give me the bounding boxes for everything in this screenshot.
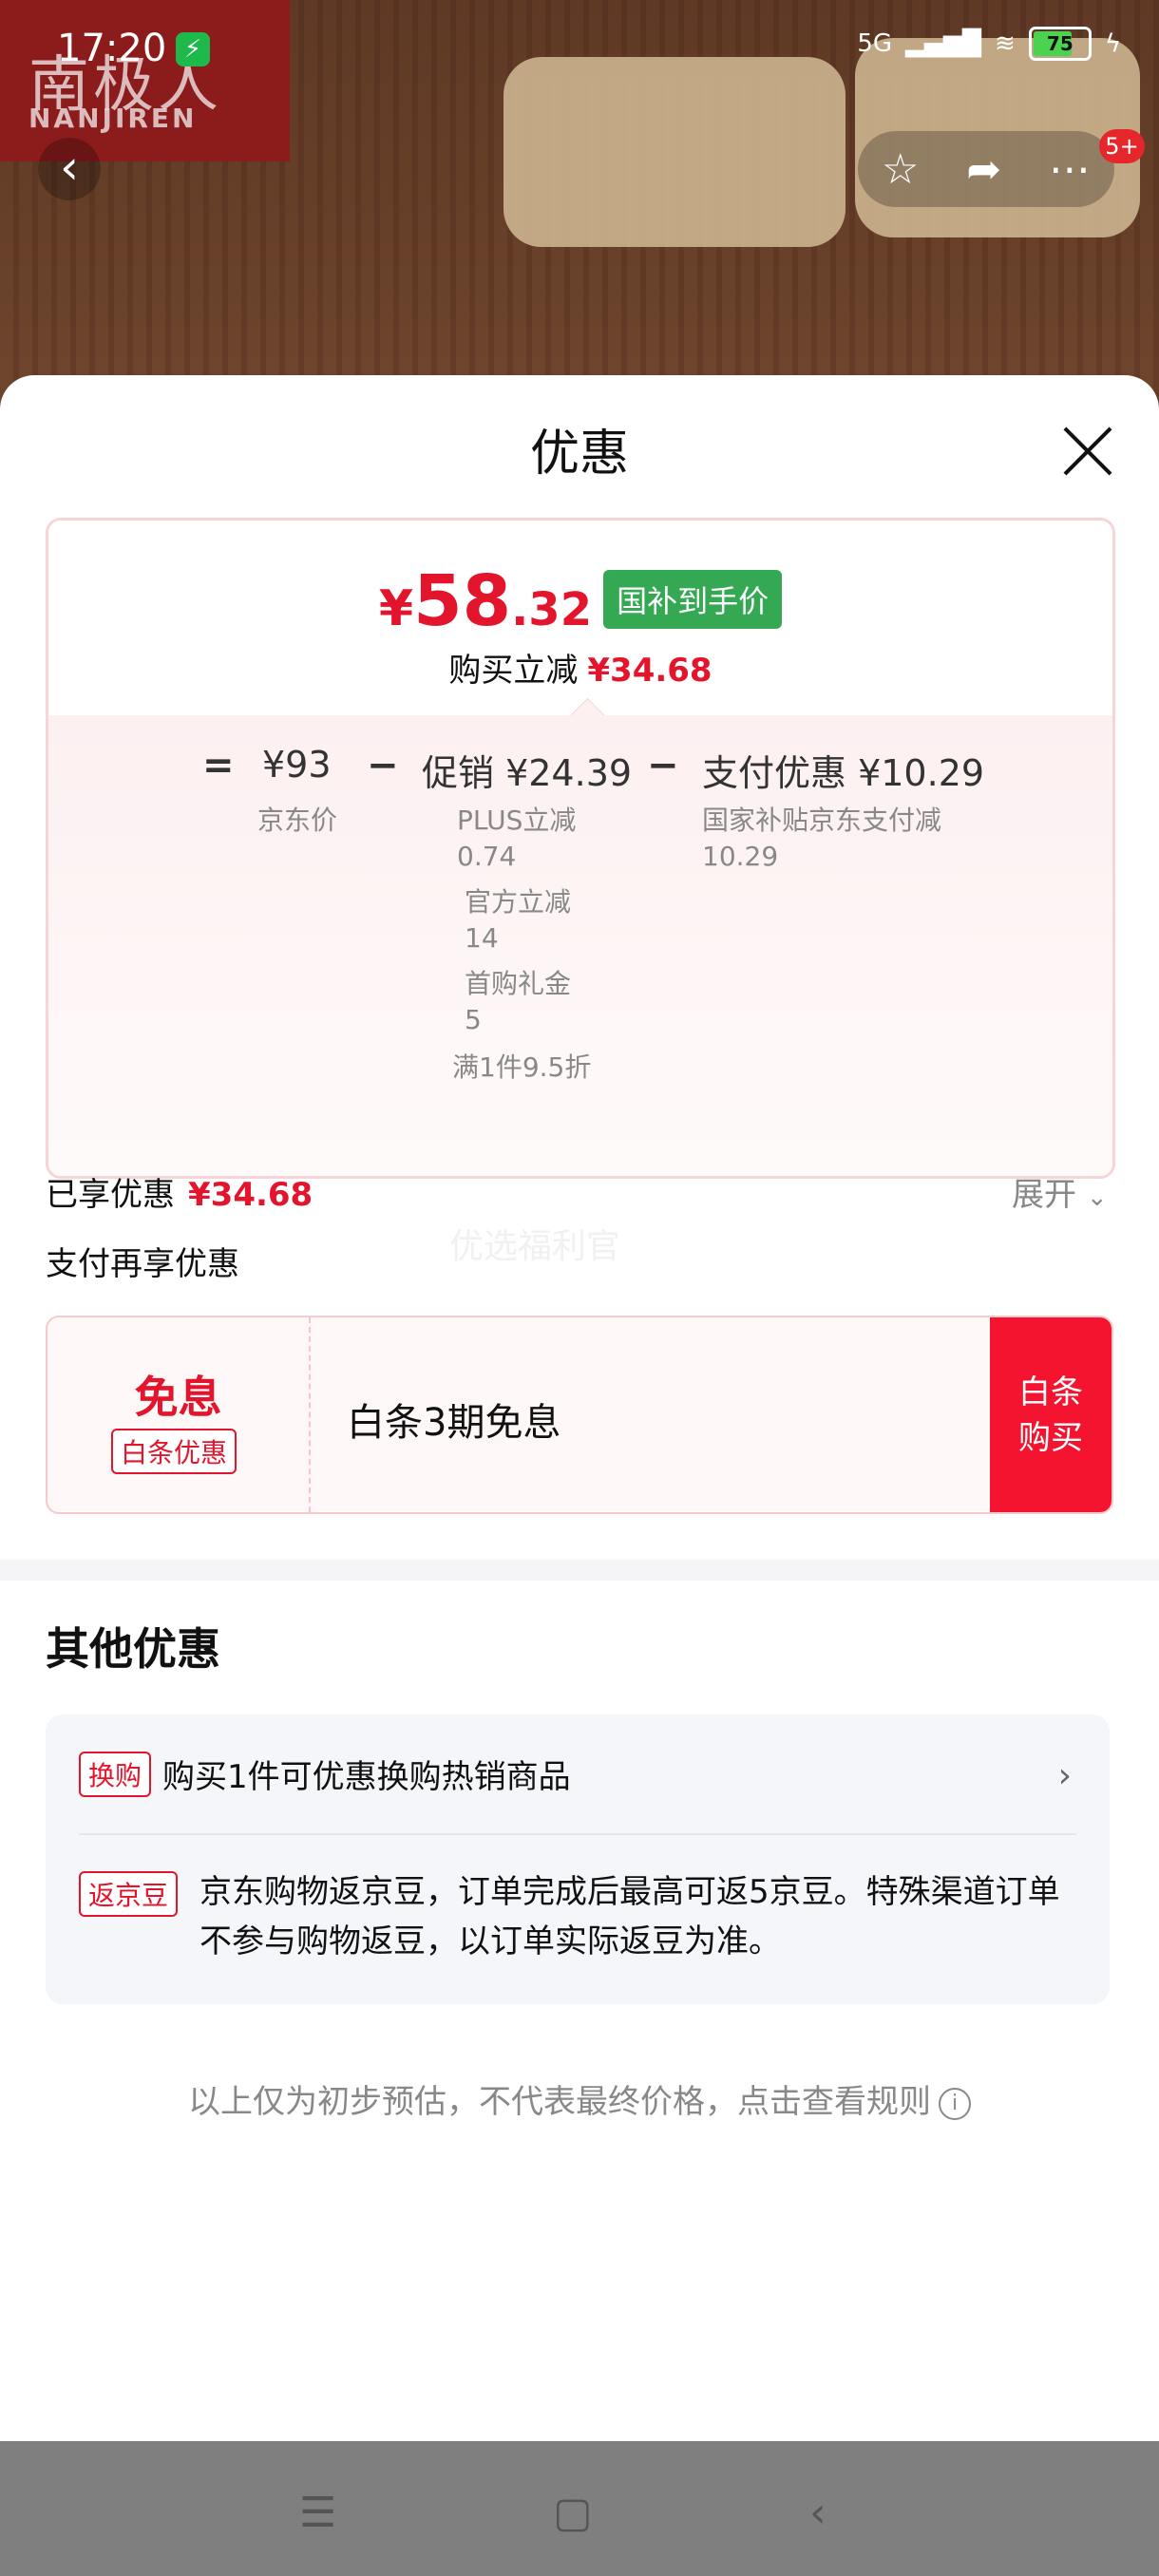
promo-item-name: PLUS立减 [457,805,577,836]
price-breakdown: = ¥93 京东价 − 促销 ¥24.39 PLUS立减 0.74 官方立减 1… [48,715,1112,1176]
row-divider [79,1833,1076,1835]
pay-discount-item: 国家补贴京东支付减 10.29 [702,803,941,875]
battery-icon: 75 [1028,27,1092,61]
wifi-icon: ≋ [995,29,1016,58]
rules-note[interactable]: 以上仅为初步预估，不代表最终价格，点击查看规则 i [0,2075,1159,2122]
expand-label: 展开 [1012,1176,1076,1214]
back-button[interactable]: ‹ [38,138,101,200]
star-icon[interactable]: ☆ [882,145,919,194]
jd-price-label: 京东价 [257,805,338,836]
share-icon[interactable]: ➦ [966,145,1001,194]
home-icon[interactable]: ▢ [553,2489,593,2537]
minus-sign: − [367,744,399,787]
buy-line1: 白条 [1018,1373,1083,1411]
chevron-down-icon: ⌄ [1086,1184,1108,1212]
discount-sheet: 优惠 ¥58.32 国补到手价 购买立减 ¥34.68 = ¥93 京东价 − 促销… [0,375,1159,2441]
buy-line2: 购买 [1018,1418,1083,1457]
price-integer: 58 [413,560,512,642]
jd-bean-tag: 返京豆 [79,1871,179,1917]
buy-reduce: 购买立减 ¥34.68 [48,644,1112,691]
promo-item: PLUS立减 0.74 [457,803,576,875]
promo-item-value: 5 [465,1004,482,1035]
enjoyed-discount: 已享优惠 ¥34.68 [46,1168,313,1215]
charging-icon: ⚡ [176,32,210,66]
expand-toggle[interactable]: 展开 ⌄ [1012,1168,1108,1215]
jd-price: ¥93 [262,744,332,786]
system-nav-bar: ☰ ▢ ‹ [0,2441,1159,2576]
currency-symbol: ¥ [378,580,414,637]
interest-free-title: 免息 [134,1372,222,1423]
message-badge: 5+ [1099,129,1145,163]
battery-level: 75 [1046,32,1074,55]
sheet-title: 优惠 [529,426,629,483]
other-offers-title: 其他优惠 [46,1623,220,1675]
trade-in-text: 购买1件可优惠换购热销商品 [162,1758,571,1796]
status-bar: 17:20 ⚡ 5G ▂▄▆█ ≋ 75 ϟ [0,0,1159,95]
chevron-left-icon: ‹ [60,140,79,195]
trade-in-tag: 换购 [79,1751,152,1797]
bolt-icon: ϟ [1104,29,1121,58]
promo-item-value: 14 [465,922,499,954]
buy-reduce-label: 购买立减 [448,652,579,690]
close-icon[interactable] [1059,423,1116,480]
pay-discount-value: 10.29 [702,841,779,872]
back-icon[interactable]: ‹ [809,2489,826,2537]
more-icon[interactable]: ⋯ [1049,145,1091,194]
info-icon[interactable]: i [939,2087,971,2120]
watermark: 优选福利官 [449,1227,621,1266]
chevron-right-icon: › [1057,1756,1072,1795]
price-decimal: .32 [511,583,593,636]
buy-reduce-amount: ¥34.68 [587,652,712,690]
price-card: ¥58.32 国补到手价 购买立减 ¥34.68 = ¥93 京东价 − 促销 ¥2… [46,518,1115,1179]
other-offers: 换购 购买1件可优惠换购热销商品 › 返京豆 京东购物返京豆，订单完成后最高可返5… [46,1714,1110,2004]
promo-item-value: 0.74 [457,841,517,872]
baitiao-desc: 白条3期免息 [347,1401,561,1445]
status-time: 17:20 [57,27,167,70]
header-actions: ☆ ➦ ⋯ [858,131,1114,207]
equals-sign: = [202,744,235,787]
trade-in-row[interactable]: 换购 购买1件可优惠换购热销商品 › [79,1751,1076,1798]
baitiao-offer[interactable]: 免息 白条优惠 白条3期免息 白条 购买 [46,1316,1113,1514]
network-label: 5G [857,29,893,58]
brand-logo-en: NANJIREN [28,103,198,134]
baitiao-tag: 白条优惠 [111,1429,238,1474]
pay-discount-total: 支付优惠 ¥10.29 [702,752,985,794]
baitiao-buy-button[interactable]: 白条 购买 [990,1317,1112,1512]
promo-rule: 满1件9.5折 [452,1051,592,1083]
enjoyed-amount: ¥34.68 [188,1176,314,1214]
pay-discount-name: 国家补贴京东支付减 [702,805,942,836]
final-price-tag: 国补到手价 [603,570,783,629]
minus-sign: − [647,744,679,787]
pay-more-title: 支付再享优惠 [46,1245,239,1283]
promo-item: 官方立减 14 [465,884,571,957]
promo-item: 首购礼金 5 [465,966,571,1038]
section-divider [0,1560,1159,1581]
enjoyed-label: 已享优惠 [46,1176,175,1214]
rules-note-text: 以上仅为初步预估，不代表最终价格，点击查看规则 [188,2083,931,2121]
jd-bean-text: 京东购物返京豆，订单完成后最高可返5京豆。特殊渠道订单不参与购物返豆，以订单实际… [200,1873,1060,1960]
promo-item-name: 首购礼金 [465,968,572,999]
promo-item-name: 官方立减 [465,886,572,918]
menu-icon[interactable]: ☰ [299,2489,336,2537]
signal-icon: ▂▄▆█ [905,29,982,58]
promo-total: 促销 ¥24.39 [422,752,633,794]
final-price: ¥58.32 国补到手价 [48,560,1112,642]
